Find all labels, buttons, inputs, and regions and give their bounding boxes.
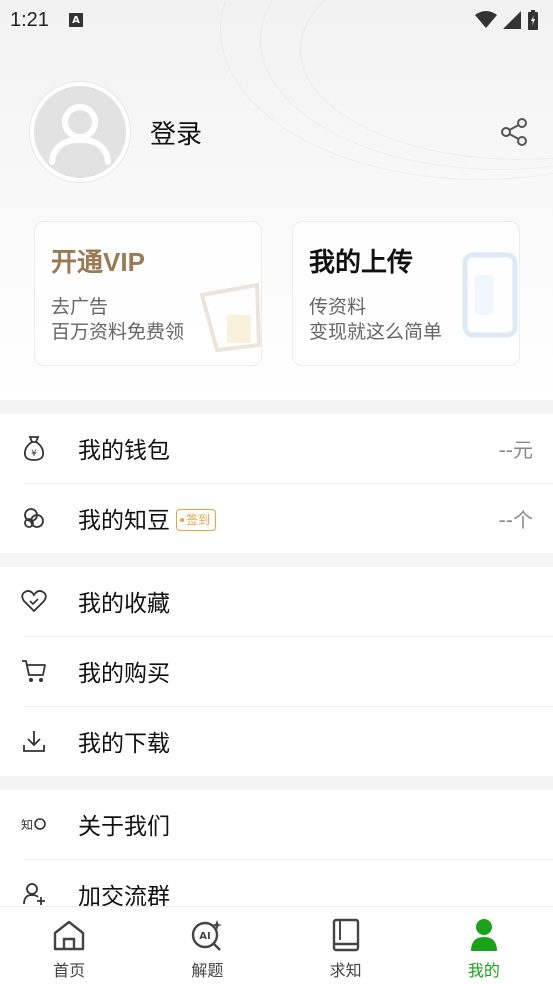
upload-document-icon <box>462 252 518 338</box>
default-user-icon <box>49 104 111 165</box>
wallet-value: --元 <box>498 437 533 462</box>
wallet-label: 我的钱包 <box>78 438 170 464</box>
menu-item-about[interactable]: 知 关于我们 <box>0 790 553 858</box>
about-label: 关于我们 <box>78 814 170 840</box>
user-icon <box>466 917 502 953</box>
signal-icon <box>503 11 521 29</box>
section-divider <box>0 776 553 790</box>
svg-text:知: 知 <box>21 818 33 832</box>
wifi-icon <box>475 11 497 28</box>
section-divider <box>0 400 553 414</box>
nav-solve-label: 解题 <box>191 961 224 980</box>
bean-icon <box>21 505 47 531</box>
status-bar: 1:21 A <box>0 0 553 40</box>
share-icon[interactable] <box>498 116 530 148</box>
book-icon <box>328 917 364 953</box>
feature-cards: 开通VIP 去广告 百万资料免费领 我的上传 传资料 变现就这么简单 <box>34 221 520 367</box>
menu-item-downloads[interactable]: 我的下载 <box>0 707 553 775</box>
section-divider <box>0 553 553 567</box>
checkin-badge[interactable]: 签到 <box>176 508 217 531</box>
login-link[interactable]: 登录 <box>150 114 202 151</box>
cart-icon <box>21 658 47 684</box>
beans-label-text: 我的知豆 <box>78 508 170 534</box>
menu-item-favorites[interactable]: 我的收藏 <box>0 567 553 635</box>
profile-header: 登录 <box>30 82 530 182</box>
vip-card[interactable]: 开通VIP 去广告 百万资料免费领 <box>34 221 262 366</box>
ai-search-icon: AI <box>189 917 225 953</box>
svg-text:AI: AI <box>200 931 211 942</box>
beans-value: --个 <box>498 507 533 532</box>
favorites-label: 我的收藏 <box>78 591 170 617</box>
checkin-badge-text: 签到 <box>186 513 211 527</box>
avatar[interactable] <box>30 82 130 182</box>
battery-icon <box>528 10 538 30</box>
about-logo-icon: 知 <box>21 811 47 837</box>
menu-item-purchases[interactable]: 我的购买 <box>0 637 553 705</box>
upload-card[interactable]: 我的上传 传资料 变现就这么简单 <box>292 221 520 366</box>
download-icon <box>21 728 47 754</box>
nav-home[interactable]: 首页 <box>0 907 138 984</box>
notification-a-icon: A <box>68 13 83 27</box>
nav-mine-label: 我的 <box>467 961 500 980</box>
nav-knowledge-label: 求知 <box>329 961 362 980</box>
money-bag-icon: ¥ <box>21 435 47 461</box>
vip-basket-icon <box>199 282 261 353</box>
home-icon <box>51 917 87 953</box>
bottom-navigation: 首页 AI 解题 求知 我的 <box>0 906 553 984</box>
heart-icon <box>21 588 47 614</box>
add-user-icon <box>21 881 47 907</box>
nav-knowledge[interactable]: 求知 <box>277 907 415 984</box>
downloads-label: 我的下载 <box>78 731 170 757</box>
beans-label: 我的知豆 签到 <box>78 501 217 535</box>
nav-home-label: 首页 <box>53 961 86 980</box>
menu-item-beans[interactable]: 我的知豆 签到 --个 <box>0 484 553 552</box>
status-time: 1:21 <box>10 8 49 31</box>
nav-solve[interactable]: AI 解题 <box>138 907 276 984</box>
svg-text:¥: ¥ <box>31 449 37 459</box>
badge-dot-icon <box>180 517 184 522</box>
menu-item-wallet[interactable]: ¥ 我的钱包 --元 <box>0 414 553 482</box>
nav-mine[interactable]: 我的 <box>415 907 553 984</box>
purchases-label: 我的购买 <box>78 661 170 687</box>
